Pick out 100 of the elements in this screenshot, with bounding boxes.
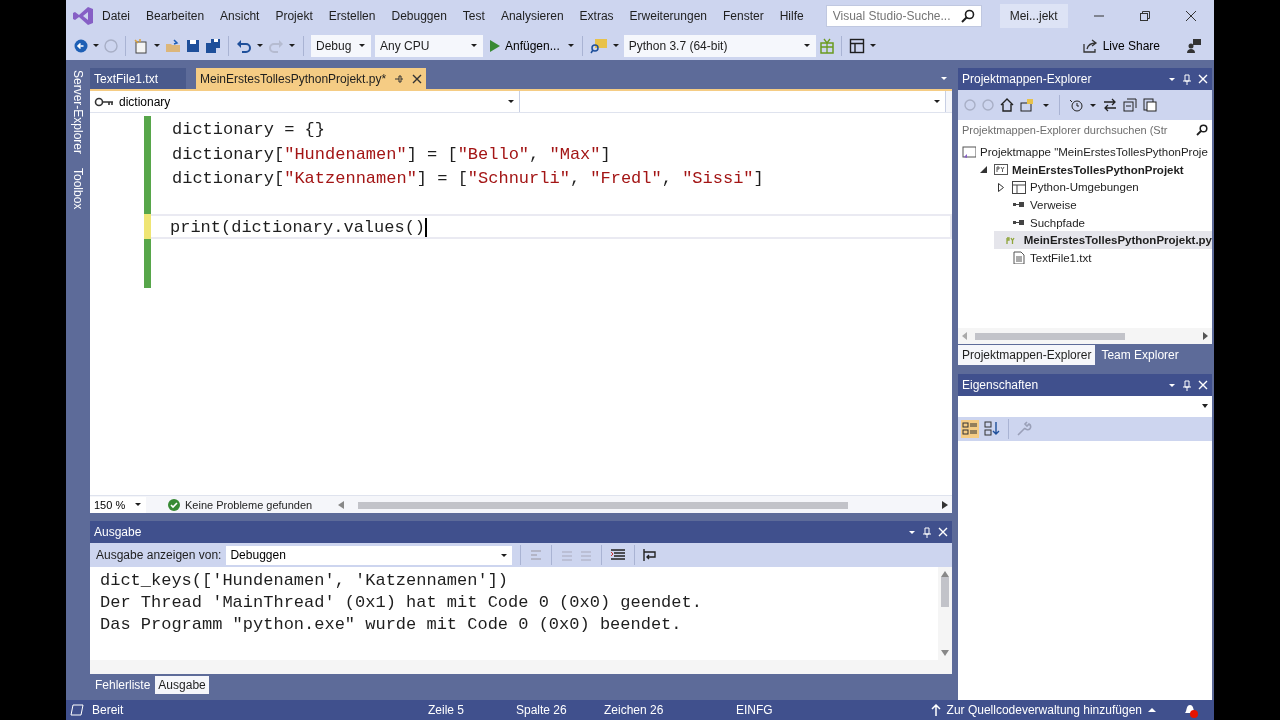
layout-icon[interactable] <box>848 37 865 54</box>
history-icon[interactable] <box>1069 98 1083 112</box>
tree-item[interactable]: Verweise <box>994 196 1212 214</box>
scroll-right-icon[interactable] <box>942 500 948 509</box>
caret-icon[interactable] <box>1042 101 1050 109</box>
panel-tab[interactable]: Team Explorer <box>1097 345 1183 365</box>
back-icon[interactable] <box>74 38 88 53</box>
source-control-button[interactable]: Zur Quellcodeverwaltung hinzufügen <box>924 702 1162 718</box>
categorized-icon[interactable] <box>961 420 979 438</box>
text-file-icon <box>1012 251 1026 265</box>
caret-icon <box>1148 707 1156 713</box>
tree-item[interactable]: Python-Umgebungen <box>994 178 1212 197</box>
pin-icon[interactable] <box>1183 73 1191 85</box>
panel-tab[interactable]: Ausgabe <box>155 676 209 694</box>
output-source-dropdown[interactable]: Debuggen <box>226 545 513 565</box>
tree-item[interactable]: Suchpfade <box>994 213 1212 232</box>
tree-item[interactable]: MeinErstesTollesPythonProjekt.py <box>994 231 1212 250</box>
start-button[interactable]: Anfügen... <box>487 38 563 53</box>
find-icon[interactable] <box>589 37 608 54</box>
menu-item[interactable]: Analysieren <box>492 4 572 27</box>
caret-icon[interactable] <box>1168 75 1176 83</box>
switch-views-icon[interactable] <box>1020 98 1036 112</box>
caret-icon[interactable] <box>92 42 100 49</box>
scrollbar-thumb[interactable] <box>358 501 848 509</box>
menu-item[interactable]: Bearbeiten <box>138 4 213 27</box>
menu-item[interactable]: Debuggen <box>383 4 455 27</box>
close-icon[interactable] <box>1198 74 1208 84</box>
caret-icon[interactable] <box>940 75 948 82</box>
scope-dropdown[interactable]: dictionary <box>90 91 520 112</box>
scrollbar-thumb[interactable] <box>975 333 1125 340</box>
menu-item[interactable]: Datei <box>94 4 138 27</box>
save-icon[interactable] <box>185 37 201 54</box>
document-tab[interactable]: TextFile1.txt <box>90 68 186 89</box>
menu-item[interactable]: Erstellen <box>320 4 384 27</box>
source-label: Ausgabe anzeigen von: <box>96 548 222 562</box>
collapse-arrow-icon[interactable] <box>979 166 987 174</box>
caret-icon[interactable] <box>1168 381 1176 389</box>
home-icon[interactable] <box>1000 98 1014 112</box>
caret-icon[interactable] <box>611 42 620 49</box>
insert-mode: EINFG <box>736 703 774 717</box>
live-share-button[interactable]: Live Share <box>1075 36 1166 55</box>
panel-title: Projektmappen-Explorer <box>962 72 1092 86</box>
clear-icon[interactable] <box>610 548 627 562</box>
caret-icon[interactable] <box>868 42 877 49</box>
code-line: dictionary["Hundenamen"] = ["Bello", "Max"] <box>171 143 612 165</box>
window-icon <box>1012 180 1026 194</box>
menu-item[interactable]: Hilfe <box>771 4 812 27</box>
close-icon[interactable] <box>1198 380 1208 390</box>
tree-item[interactable]: TextFile1.txt <box>994 249 1212 267</box>
close-icon <box>412 73 423 84</box>
side-tab[interactable]: Toolbox <box>71 168 85 210</box>
caret-icon[interactable] <box>566 42 575 49</box>
scroll-down-icon[interactable] <box>941 650 949 656</box>
menu-item[interactable]: Ansicht <box>212 4 268 27</box>
feedback-icon[interactable] <box>1186 37 1202 54</box>
caret-icon[interactable] <box>153 42 161 49</box>
scroll-right-icon[interactable] <box>1203 332 1208 340</box>
caret-icon[interactable] <box>1089 101 1097 109</box>
tree-item[interactable]: MeinErstesTollesPythonProjekt <box>976 160 1212 179</box>
caret-icon[interactable] <box>908 528 916 536</box>
menu-item[interactable]: Erweiterungen <box>621 4 715 27</box>
collapse-icon[interactable] <box>1123 98 1137 112</box>
sync-icon[interactable] <box>1103 98 1117 112</box>
caret-icon[interactable] <box>288 42 296 49</box>
menu-item[interactable]: Test <box>454 4 493 27</box>
scrollbar-thumb[interactable] <box>941 577 949 607</box>
panel-tab[interactable]: Fehlerliste <box>92 676 154 694</box>
copy-icon[interactable] <box>1143 98 1157 112</box>
pin-icon <box>394 73 405 84</box>
platform-dropdown[interactable]: Any CPU <box>375 34 483 57</box>
search-box[interactable]: Projektmappen-Explorer durchsuchen (Str <box>958 120 1212 140</box>
column-number: Spalte 26 <box>516 703 568 717</box>
sort-icon[interactable] <box>983 420 1001 438</box>
code-line: dictionary["Katzennamen"] = ["Schnurli", "Fredl", "Sissi"] <box>171 168 765 190</box>
visual-studio-logo <box>72 4 94 27</box>
environment-dropdown[interactable]: Python 3.7 (64-bit) <box>623 34 816 57</box>
pin-icon[interactable] <box>1183 379 1191 391</box>
expand-arrow-icon[interactable] <box>998 182 1004 192</box>
document-tab[interactable]: MeinErstesTollesPythonProjekt.py* <box>196 68 427 89</box>
menu-item[interactable]: Projekt <box>267 4 321 27</box>
close-icon[interactable] <box>938 527 948 537</box>
scrollbar[interactable] <box>90 660 952 674</box>
pin-icon[interactable] <box>923 526 931 538</box>
caret-icon <box>470 42 478 49</box>
save-all-icon[interactable] <box>205 37 221 54</box>
search-box[interactable]: Visual Studio-Suche... <box>825 4 982 27</box>
tree-item[interactable]: Projektmappe "MeinErstesTollesPythonProje <box>958 143 1212 161</box>
caret-icon[interactable] <box>256 42 264 49</box>
panel-tab[interactable]: Projektmappen-Explorer <box>958 345 1096 365</box>
zoom-dropdown[interactable]: 150 % <box>90 496 146 513</box>
side-tab[interactable]: Server-Explorer <box>71 70 85 155</box>
share-icon <box>1081 37 1098 54</box>
play-icon <box>490 39 500 52</box>
menu-item[interactable]: Extras <box>571 4 622 27</box>
menu-item[interactable]: Fenster <box>715 4 772 27</box>
notification-icon[interactable] <box>1182 702 1198 718</box>
caret-icon <box>802 42 811 49</box>
configuration-dropdown[interactable]: Debug <box>311 34 371 57</box>
scroll-left-icon[interactable] <box>338 500 344 509</box>
window-title: Mei...jekt <box>999 3 1068 28</box>
